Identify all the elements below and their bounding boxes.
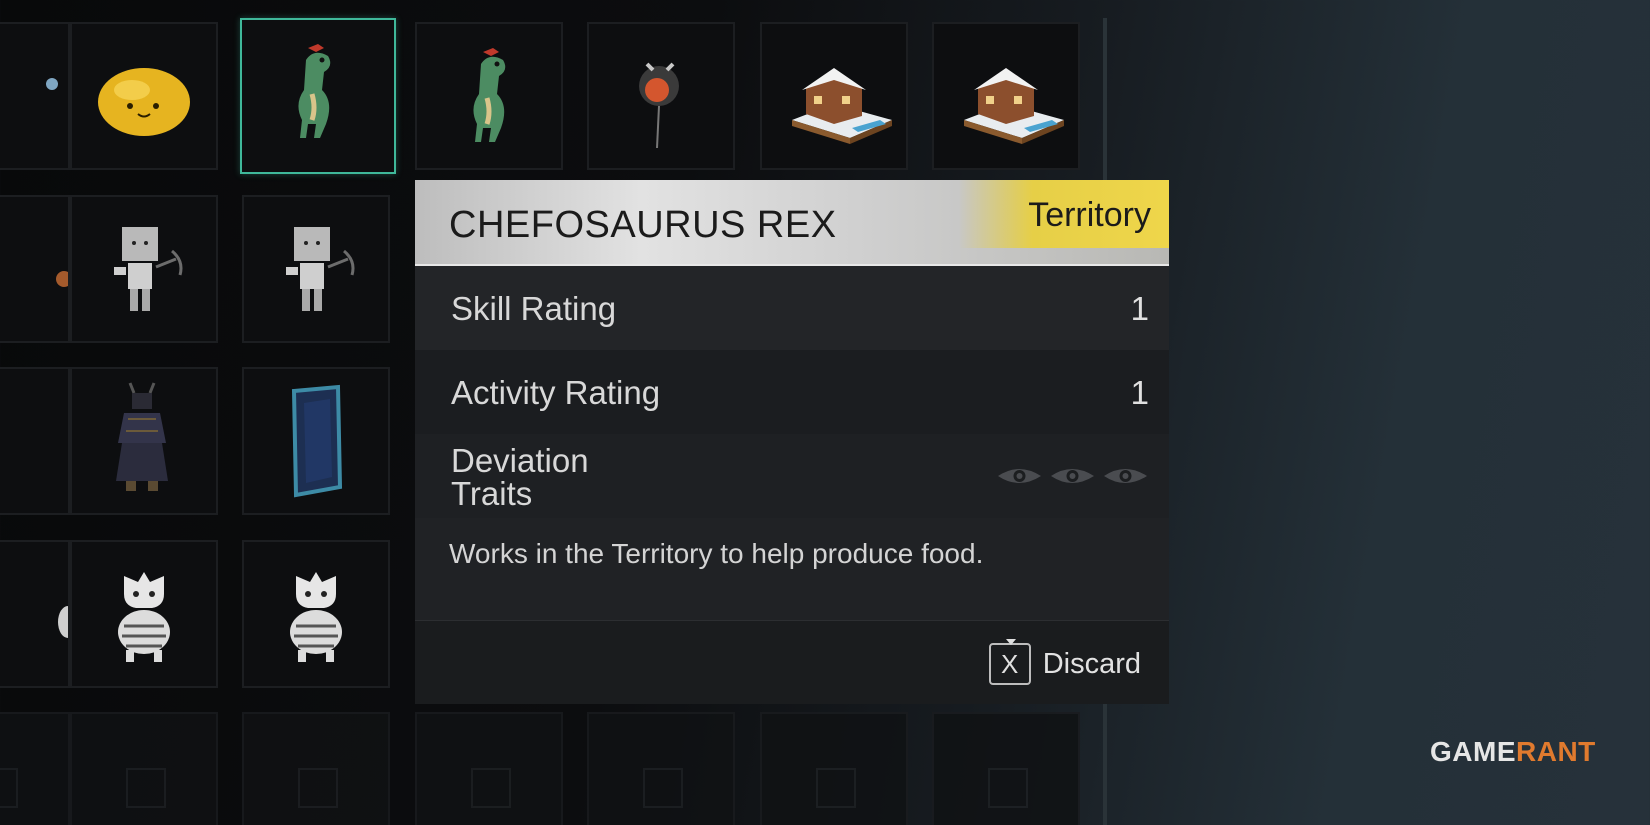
stat-value: 1 xyxy=(1130,290,1149,327)
striped-cat-deviation-icon xyxy=(118,572,170,662)
inventory-slot-empty[interactable] xyxy=(415,712,563,825)
inventory-slot-gingerbread-house[interactable] xyxy=(760,22,908,170)
inventory-slot-chefosaurus-selected[interactable] xyxy=(240,18,396,174)
gamerant-watermark: GAMERANT xyxy=(1430,736,1596,768)
item-description: Works in the Territory to help produce f… xyxy=(449,538,984,569)
inventory-slot-empty[interactable] xyxy=(760,712,908,825)
inventory-slot-empty[interactable] xyxy=(587,712,735,825)
inventory-slot-empty[interactable] xyxy=(70,712,218,825)
eye-icon xyxy=(998,469,1041,483)
discard-label: Discard xyxy=(1042,647,1141,680)
gingerbread-house-icon xyxy=(964,68,1064,144)
inventory-slot-cube-robot[interactable] xyxy=(70,195,218,343)
watermark-part-2: RANT xyxy=(1516,736,1596,767)
inventory-slot-striped-cat[interactable] xyxy=(242,540,390,688)
eye-icon xyxy=(1051,469,1094,483)
category-badge-label: Territory xyxy=(1028,196,1151,234)
stat-value: 1 xyxy=(1130,374,1149,411)
inventory-slot-portal[interactable] xyxy=(242,367,390,515)
inventory-slot-partial[interactable] xyxy=(0,195,70,343)
eye-icon xyxy=(1104,469,1147,483)
cube-robot-miner-icon xyxy=(286,227,355,311)
inventory-slot-striped-cat[interactable] xyxy=(70,540,218,688)
yellow-blob-deviation-icon xyxy=(98,68,190,136)
inventory-slot-empty[interactable] xyxy=(0,712,70,825)
green-dinosaur-deviation-icon xyxy=(473,48,506,142)
inventory-slot-cube-robot[interactable] xyxy=(242,195,390,343)
inventory-slot-partial[interactable] xyxy=(0,367,70,515)
watermark-part-1: GAME xyxy=(1430,736,1516,767)
stat-row-activity-rating: Activity Rating 1 xyxy=(415,350,1169,434)
cube-robot-miner-icon xyxy=(114,227,183,311)
gingerbread-house-icon xyxy=(792,68,892,144)
category-badge: Territory xyxy=(959,180,1169,248)
tooltip-footer: X Discard xyxy=(415,620,1169,704)
stat-label: Activity Rating xyxy=(451,374,661,411)
partial-orange-item-icon xyxy=(56,271,68,287)
inventory-slot-chefosaurus[interactable] xyxy=(415,22,563,170)
tooltip-header: CHEFOSAURUS REX Territory xyxy=(415,180,1169,266)
striped-cat-deviation-icon xyxy=(290,572,342,662)
floating-orb-deviation-icon xyxy=(639,62,679,149)
traits-label: Deviation Traits xyxy=(451,442,589,512)
green-dinosaur-deviation-icon xyxy=(298,44,331,138)
inventory-slot-yellow-blob[interactable] xyxy=(70,22,218,170)
stat-row-deviation-traits: Deviation Traits xyxy=(415,434,1169,518)
inventory-slot-empty[interactable] xyxy=(932,712,1080,825)
blue-portal-frame-icon xyxy=(291,384,343,498)
inventory-slot-gingerbread-house[interactable] xyxy=(932,22,1080,170)
discard-button[interactable]: X Discard xyxy=(988,639,1141,685)
x-key-icon: X xyxy=(988,639,1031,685)
partial-blue-item-icon xyxy=(46,78,58,90)
samurai-armor-icon xyxy=(116,382,168,491)
stat-label: Skill Rating xyxy=(451,290,617,327)
inventory-slot-samurai-armor[interactable] xyxy=(70,367,218,515)
partial-cat-icon xyxy=(58,606,68,638)
item-title: CHEFOSAURUS REX xyxy=(449,204,837,246)
traits-icons xyxy=(996,464,1149,488)
stat-row-skill-rating: Skill Rating 1 xyxy=(415,266,1169,350)
description-area: Works in the Territory to help produce f… xyxy=(415,518,1169,620)
inventory-slot-partial[interactable] xyxy=(0,22,70,170)
inventory-slot-partial[interactable] xyxy=(0,540,70,688)
inventory-slot-orb[interactable] xyxy=(587,22,735,170)
inventory-slot-empty[interactable] xyxy=(242,712,390,825)
item-tooltip: CHEFOSAURUS REX Territory Skill Rating 1… xyxy=(415,180,1169,704)
